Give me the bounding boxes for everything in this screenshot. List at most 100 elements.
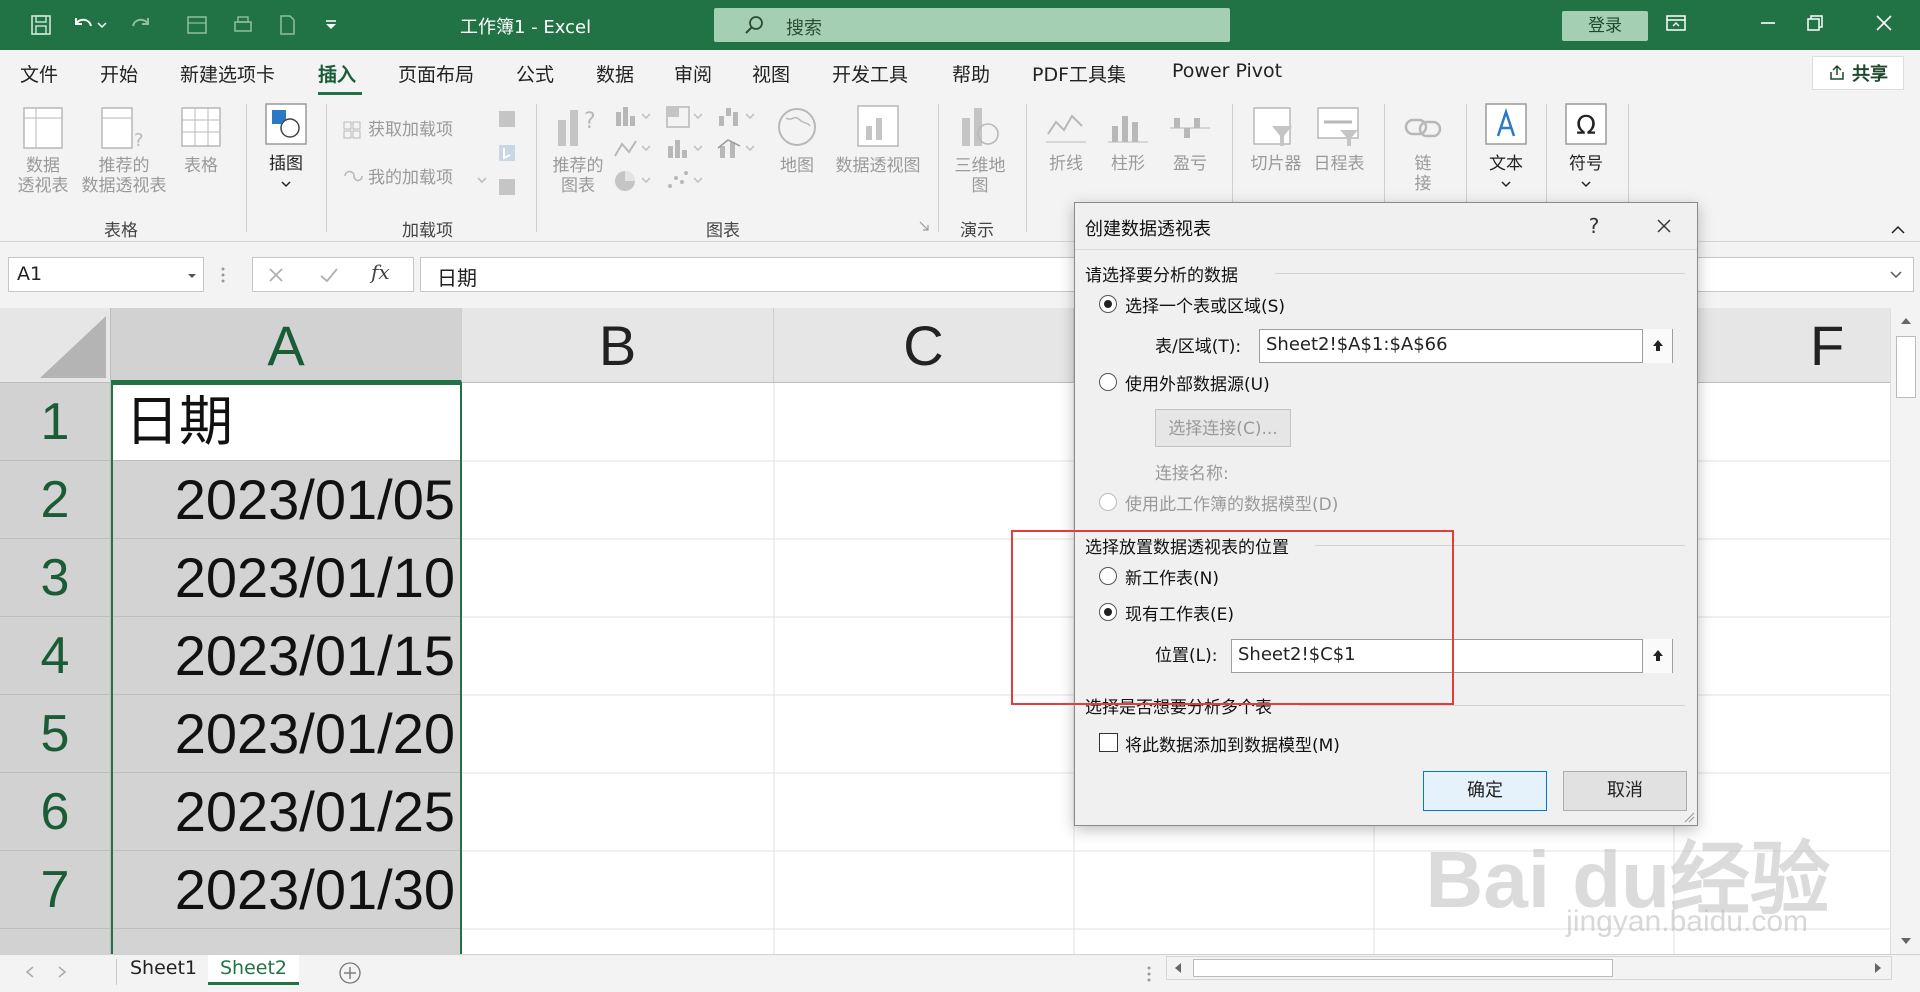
range-collapse-button[interactable] [1642,329,1672,363]
cell-a3[interactable]: 2023/01/10 [111,539,461,617]
tab-view[interactable]: 视图 [752,60,790,87]
column-header-b[interactable]: B [462,308,774,383]
get-addins-button[interactable]: 获取加载项 [368,120,453,140]
add-sheet-icon[interactable] [338,961,362,985]
tab-file[interactable]: 文件 [20,60,58,87]
text-button[interactable]: 文本 [1476,154,1536,174]
table-button[interactable]: 表格 [174,156,228,176]
customize-toolbar-icon[interactable] [314,8,348,42]
confirm-icon[interactable] [319,266,339,284]
cell-a8[interactable] [111,929,461,954]
horizontal-scrollbar[interactable] [1166,956,1892,980]
row-header-6[interactable]: 6 [0,773,111,851]
sparkline-line-button[interactable]: 折线 [1040,154,1092,174]
vertical-scroll-thumb[interactable] [1896,336,1916,398]
cell-a4[interactable]: 2023/01/15 [111,617,461,695]
login-button[interactable]: 登录 [1562,11,1648,41]
column-header-f[interactable]: F [1674,308,1890,383]
pivot-chart-button[interactable]: 数据透视图 [826,156,930,176]
radio-external-source[interactable] [1099,373,1117,391]
range-input[interactable]: Sheet2!$A$1:$A$66 [1259,329,1673,363]
add-data-model-checkbox[interactable] [1099,733,1118,752]
redo-icon[interactable] [124,8,158,42]
sheet-tab-sheet2[interactable]: Sheet2 [208,955,300,985]
save-icon[interactable] [24,8,58,42]
share-button[interactable]: 共享 [1812,56,1904,90]
scroll-down-icon[interactable] [1899,936,1913,946]
collapse-ribbon-icon[interactable] [1890,224,1906,236]
search-box[interactable]: 搜索 [714,8,1230,42]
slicer-button[interactable]: 切片器 [1246,154,1306,174]
choose-connection-button[interactable]: 选择连接(C)... [1155,409,1291,447]
row-header-1[interactable]: 1 [0,383,111,461]
row-header-2[interactable]: 2 [0,461,111,539]
document-icon[interactable] [270,8,304,42]
restore-icon[interactable] [1802,12,1830,38]
row-header-3[interactable]: 3 [0,539,111,617]
cell-a5[interactable]: 2023/01/20 [111,695,461,773]
tab-developer[interactable]: 开发工具 [832,60,908,87]
scroll-right-icon[interactable] [1873,962,1883,974]
tab-new[interactable]: 新建选项卡 [180,60,275,87]
cell-a2[interactable]: 2023/01/05 [111,461,461,539]
map-chart-button[interactable]: 地图 [768,156,826,176]
form-icon[interactable] [180,8,214,42]
sparkline-winloss-button[interactable]: 盈亏 [1164,154,1216,174]
tab-home[interactable]: 开始 [100,60,138,87]
tab-power-pivot[interactable]: Power Pivot [1172,60,1282,82]
cancel-icon[interactable] [267,266,285,284]
my-addins-button[interactable]: 我的加载项 [368,168,453,188]
tab-splitter-icon[interactable] [1146,965,1152,983]
tab-formulas[interactable]: 公式 [516,60,554,87]
row-header-5[interactable]: 5 [0,695,111,773]
insert-function-button[interactable]: fx [371,260,390,284]
location-collapse-button[interactable] [1642,639,1672,673]
pivot-table-button[interactable]: 数据 透视表 [10,156,76,196]
row-header-7[interactable]: 7 [0,851,111,929]
recommended-pivot-button[interactable]: 推荐的 数据透视表 [76,156,172,196]
scroll-left-icon[interactable] [1173,962,1183,974]
3d-map-button[interactable]: 三维地 图 [948,156,1012,196]
link-button[interactable]: 链 接 [1408,154,1438,194]
cell-a6[interactable]: 2023/01/25 [111,773,461,851]
cancel-button[interactable]: 取消 [1563,771,1687,811]
name-box[interactable]: A1 [8,257,204,292]
select-all-corner[interactable] [0,308,111,383]
row-header-8[interactable] [0,929,111,954]
minimize-icon[interactable] [1756,12,1784,38]
cell-a1[interactable]: 日期 [111,383,461,461]
horizontal-scroll-thumb[interactable] [1193,959,1613,977]
expand-formula-icon[interactable] [1889,270,1903,280]
dialog-launcher-icon[interactable] [918,220,930,232]
vertical-scrollbar[interactable] [1890,308,1920,954]
tab-pdf[interactable]: PDF工具集 [1032,60,1126,87]
tab-review[interactable]: 审阅 [674,60,712,87]
prev-sheet-icon[interactable] [24,965,36,979]
recommended-charts-button[interactable]: 推荐的 图表 [548,156,608,196]
column-header-a[interactable]: A [111,308,462,383]
cell-a7[interactable]: 2023/01/30 [111,851,461,929]
timeline-button[interactable]: 日程表 [1308,154,1370,174]
print-preview-icon[interactable] [226,8,260,42]
illustrations-button[interactable]: 插图 [256,154,316,174]
tab-data[interactable]: 数据 [596,60,634,87]
next-sheet-icon[interactable] [56,965,68,979]
symbol-button[interactable]: 符号 [1556,154,1616,174]
tab-help[interactable]: 帮助 [952,60,990,87]
drag-handle-icon[interactable] [220,266,226,284]
undo-dropdown-icon[interactable] [94,8,110,42]
radio-select-table[interactable] [1099,295,1117,313]
dialog-close-button[interactable] [1649,211,1679,241]
sparkline-column-button[interactable]: 柱形 [1102,154,1154,174]
tab-insert[interactable]: 插入 [318,60,356,87]
close-icon[interactable] [1872,12,1900,38]
row-header-4[interactable]: 4 [0,617,111,695]
column-header-c[interactable]: C [774,308,1074,383]
radio-data-model[interactable] [1099,493,1117,511]
sheet-tab-sheet1[interactable]: Sheet1 [118,955,209,985]
help-button[interactable]: ? [1579,211,1609,241]
scroll-up-icon[interactable] [1899,316,1913,326]
tab-page-layout[interactable]: 页面布局 [398,60,474,87]
ok-button[interactable]: 确定 [1423,771,1547,811]
ribbon-display-icon[interactable] [1664,12,1692,38]
